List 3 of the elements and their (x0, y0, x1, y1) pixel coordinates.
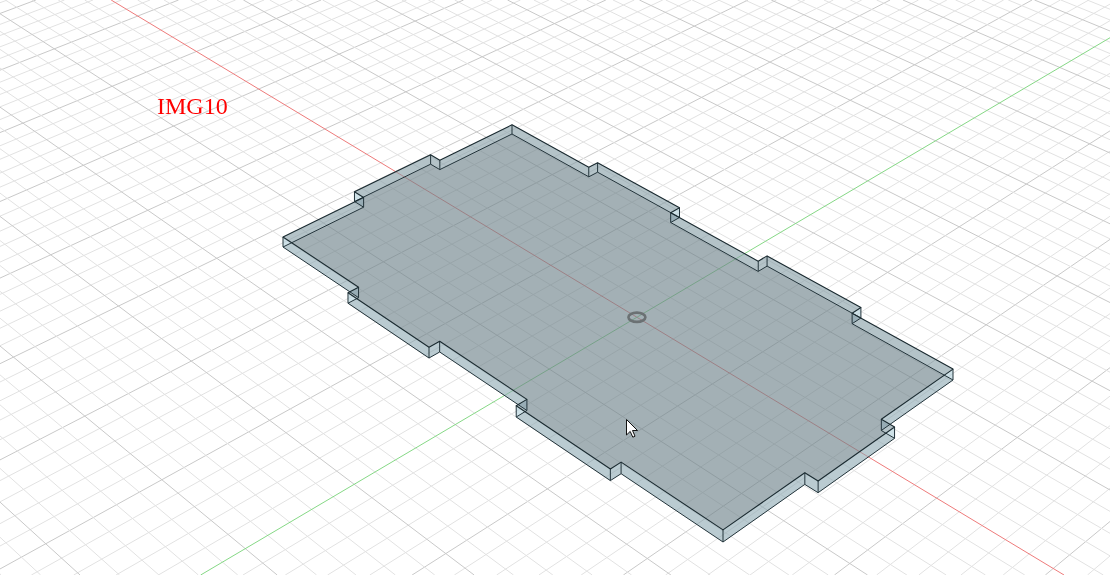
mouse-pointer-icon (626, 419, 638, 438)
image-label: IMG10 (157, 93, 228, 119)
origin-ring-icon (627, 311, 647, 324)
